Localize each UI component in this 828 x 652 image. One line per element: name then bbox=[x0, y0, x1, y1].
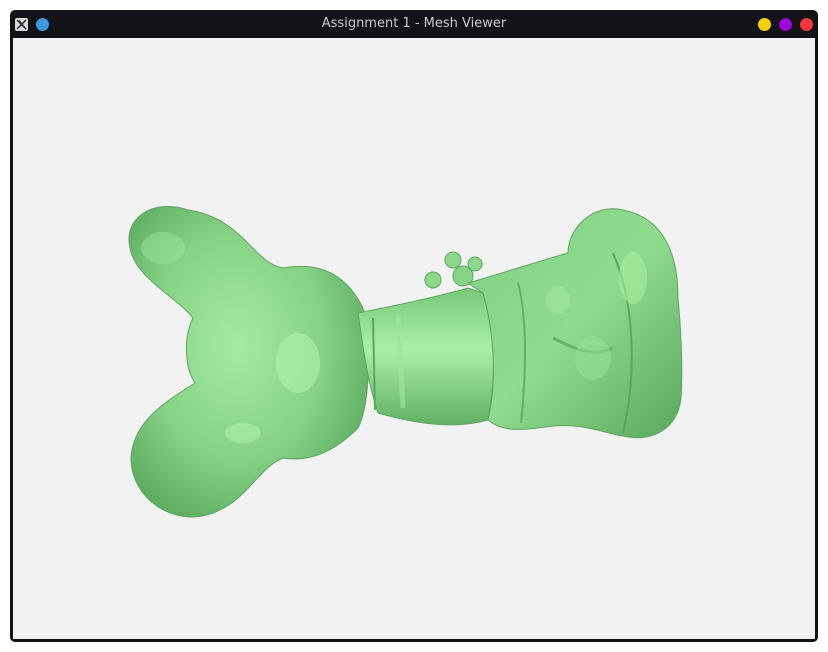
mesh-left-lobes bbox=[128, 205, 369, 518]
mesh-render bbox=[128, 205, 683, 518]
minimize-button[interactable] bbox=[758, 18, 771, 31]
mesh-neck bbox=[357, 287, 494, 426]
window-title: Assignment 1 - Mesh Viewer bbox=[321, 16, 507, 31]
mesh-viewport[interactable] bbox=[13, 38, 815, 639]
mesh-right-head bbox=[466, 208, 683, 439]
title-bar[interactable]: Assignment 1 - Mesh Viewer bbox=[10, 10, 818, 38]
app-window: Assignment 1 - Mesh Viewer bbox=[10, 10, 818, 642]
close-button[interactable] bbox=[800, 18, 813, 31]
maximize-button[interactable] bbox=[779, 18, 792, 31]
